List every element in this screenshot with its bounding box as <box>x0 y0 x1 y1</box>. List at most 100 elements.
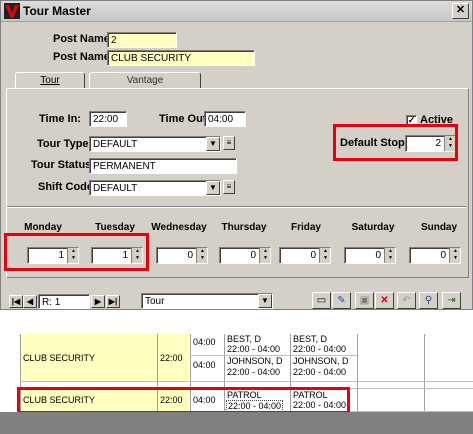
shift-code-lookup-button[interactable]: ≡ <box>223 180 235 194</box>
title-bar[interactable]: Tour Master ✕ <box>1 1 472 22</box>
binoculars-icon: ⚲ <box>424 295 433 306</box>
spin-down-icon[interactable]: ▼ <box>446 143 455 150</box>
delete-button[interactable]: ✕ <box>375 292 394 309</box>
first-record-button[interactable]: |◀ <box>9 295 23 308</box>
spin-buttons[interactable]: ▲ ▼ <box>319 248 330 263</box>
grid-line <box>20 381 473 382</box>
spin-up-icon[interactable]: ▲ <box>69 248 78 255</box>
tour-status-field[interactable]: PERMANENT <box>89 158 237 174</box>
active-checkbox[interactable]: ✓ <box>406 115 417 126</box>
grid-row-1-start-cell[interactable]: 22:00 <box>158 334 189 381</box>
spin-up-icon[interactable]: ▲ <box>198 248 207 255</box>
day-spinner-tuesday[interactable]: 1 ▲ ▼ <box>91 247 143 264</box>
tour-type-label: Tour Type: <box>37 138 93 150</box>
view-select[interactable]: Tour ▼ <box>141 293 273 309</box>
time-in-field[interactable]: 22:00 <box>89 111 127 127</box>
tour-master-dialog: Tour Master ✕ Post Name: 2 Post Name: CL… <box>0 0 473 310</box>
day-spinner-saturday[interactable]: 0 ▲ ▼ <box>344 247 396 264</box>
post-name-field[interactable]: CLUB SECURITY <box>107 50 255 66</box>
grid-row-1-assign-a1[interactable]: BEST, D <box>227 334 261 344</box>
grid-row-1-assign-a1-time: 22:00 - 04:00 <box>227 344 281 354</box>
undo-button[interactable]: ↶ <box>397 292 416 309</box>
spin-up-icon[interactable]: ▲ <box>451 248 460 255</box>
grid-line <box>224 334 225 412</box>
last-record-button[interactable]: ▶| <box>106 295 120 308</box>
spin-down-icon[interactable]: ▼ <box>451 255 460 262</box>
spin-down-icon[interactable]: ▼ <box>69 255 78 262</box>
grid-row-2-start-cell[interactable]: 22:00 <box>158 389 189 411</box>
grid-line <box>424 334 425 412</box>
next-record-button[interactable]: ▶ <box>91 295 105 308</box>
spin-down-icon[interactable]: ▼ <box>133 255 142 262</box>
first-icon: |◀ <box>11 297 21 306</box>
prev-icon: ◀ <box>26 297 34 306</box>
day-spinner-wednesday[interactable]: 0 ▲ ▼ <box>156 247 208 264</box>
window-title: Tour Master <box>23 4 91 18</box>
screenshot-root: Tour Master ✕ Post Name: 2 Post Name: CL… <box>0 0 473 434</box>
spin-buttons[interactable]: ▲ ▼ <box>67 248 78 263</box>
spin-buttons[interactable]: ▲ ▼ <box>259 248 270 263</box>
day-header-monday: Monday <box>24 222 62 233</box>
spin-down-icon[interactable]: ▼ <box>261 255 270 262</box>
chevron-down-icon[interactable]: ▼ <box>258 294 272 308</box>
grid-row-1-end-2: 04:00 <box>193 360 216 370</box>
grid-row-1-start: 22:00 <box>160 353 183 363</box>
chevron-down-icon[interactable]: ▼ <box>206 181 220 195</box>
post-name-label: Post Name: <box>53 51 114 63</box>
edit-record-button[interactable]: ✎ <box>332 292 351 309</box>
spin-buttons[interactable]: ▲ ▼ <box>384 248 395 263</box>
spin-up-icon[interactable]: ▲ <box>386 248 395 255</box>
post-id-field[interactable]: 2 <box>107 32 177 48</box>
day-value-friday: 0 <box>310 250 316 261</box>
day-spinner-friday[interactable]: 0 ▲ ▼ <box>279 247 331 264</box>
time-out-field[interactable]: 04:00 <box>204 111 246 127</box>
day-value-tuesday: 1 <box>122 250 128 261</box>
shift-code-select[interactable]: DEFAULT ▼ <box>89 180 221 196</box>
grid-row-2-start: 22:00 <box>160 395 183 405</box>
tour-type-lookup-button[interactable]: ≡ <box>223 136 235 150</box>
grid-row-1-assign-a2[interactable]: JOHNSON, D <box>227 356 283 366</box>
spin-down-icon[interactable]: ▼ <box>321 255 330 262</box>
undo-icon: ↶ <box>402 295 411 306</box>
prev-record-button[interactable]: ◀ <box>23 295 37 308</box>
spin-up-icon[interactable]: ▲ <box>446 136 455 143</box>
grid-row-1-assign-b2-time: 22:00 - 04:00 <box>293 367 347 377</box>
grid-line <box>357 334 358 412</box>
tour-type-select[interactable]: DEFAULT ▼ <box>89 136 221 152</box>
record-indicator: R: 1 <box>38 294 90 309</box>
day-spinner-thursday[interactable]: 0 ▲ ▼ <box>219 247 271 264</box>
grid-row-2-name-cell[interactable]: CLUB SECURITY <box>20 389 157 411</box>
chevron-down-icon[interactable]: ▼ <box>206 137 220 151</box>
spin-buttons[interactable]: ▲ ▼ <box>131 248 142 263</box>
day-spinner-monday[interactable]: 1 ▲ ▼ <box>27 247 79 264</box>
spin-up-icon[interactable]: ▲ <box>133 248 142 255</box>
grid-row-2-assign-a[interactable]: PATROL <box>227 390 262 400</box>
day-header-sunday: Sunday <box>420 222 458 233</box>
grid-row-1-assign-b2[interactable]: JOHNSON, D <box>293 356 349 366</box>
spin-buttons[interactable]: ▲ ▼ <box>449 248 460 263</box>
close-button[interactable]: ✕ <box>452 3 469 19</box>
day-value-sunday: 0 <box>440 250 446 261</box>
save-button[interactable]: ▣ <box>355 292 374 309</box>
day-spinner-sunday[interactable]: 0 ▲ ▼ <box>409 247 461 264</box>
spin-down-icon[interactable]: ▼ <box>198 255 207 262</box>
spin-buttons[interactable]: ▲ ▼ <box>196 248 207 263</box>
next-icon: ▶ <box>94 297 102 306</box>
spin-buttons[interactable]: ▲ ▼ <box>444 136 455 151</box>
default-stops-spinner[interactable]: 2 ▲ ▼ <box>405 135 456 152</box>
tab-tour-label: Tour <box>40 75 60 86</box>
grid-empty-area <box>0 412 473 434</box>
spin-up-icon[interactable]: ▲ <box>261 248 270 255</box>
close-icon: ✕ <box>455 4 466 16</box>
search-button[interactable]: ⚲ <box>419 292 438 309</box>
tab-tour[interactable]: Tour <box>15 72 85 89</box>
new-record-button[interactable]: ▭ <box>312 292 331 309</box>
tab-vantage[interactable]: Vantage <box>89 72 201 89</box>
spin-up-icon[interactable]: ▲ <box>321 248 330 255</box>
grid-row-1-name-cell[interactable]: CLUB SECURITY <box>20 334 157 381</box>
grid-row-1-assign-b1[interactable]: BEST, D <box>293 334 327 344</box>
spin-down-icon[interactable]: ▼ <box>386 255 395 262</box>
exit-button[interactable]: ⇥ <box>442 292 461 309</box>
grid-row-2-assign-b[interactable]: PATROL <box>293 390 328 400</box>
day-value-thursday: 0 <box>250 250 256 261</box>
